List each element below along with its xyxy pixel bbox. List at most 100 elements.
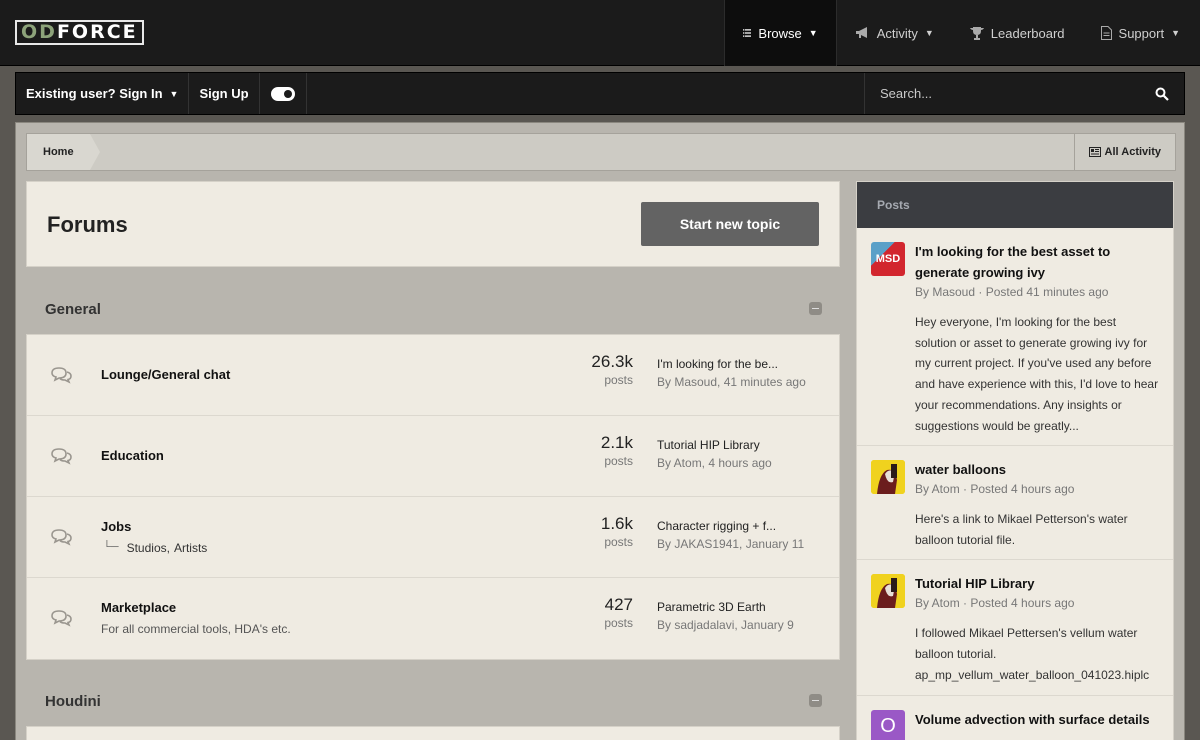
chat-bubbles-icon	[51, 448, 72, 465]
forum-stats: 1.6k posts	[601, 513, 633, 549]
forum-description: For all commercial tools, HDA's etc.	[101, 622, 291, 636]
collapse-icon[interactable]	[809, 302, 822, 315]
last-post-meta: By Masoud, 41 minutes ago	[657, 375, 806, 389]
caret-down-icon: ▼	[808, 28, 818, 38]
subforum-link[interactable]: Studios,	[127, 541, 170, 555]
post-meta: By Masoud · Posted 41 minutes ago	[915, 285, 1109, 299]
main-nav: Browse ▼ Activity ▼ Leaderboard Support …	[723, 0, 1200, 66]
post-count: 1.6k	[600, 514, 633, 533]
avatar[interactable]	[871, 574, 905, 609]
breadcrumb: Home All Activity	[26, 133, 1176, 171]
nav-browse-label: Browse	[758, 25, 802, 41]
post-count-label: posts	[604, 535, 633, 549]
forum-list-general: Lounge/General chat 26.3k posts I'm look…	[26, 334, 840, 660]
forum-row[interactable]: Education 2.1k posts Tutorial HIP Librar…	[27, 416, 839, 497]
category-general-header: General	[26, 284, 840, 334]
sign-up-label: Sign Up	[199, 86, 249, 101]
nav-leaderboard[interactable]: Leaderboard	[952, 0, 1083, 66]
caret-down-icon: ▼	[924, 28, 934, 38]
last-post: Parametric 3D Earth By sadjadalavi, Janu…	[657, 600, 832, 632]
forum-title[interactable]: Jobs	[101, 519, 131, 534]
breadcrumb-home[interactable]: Home	[27, 134, 100, 170]
site-logo[interactable]: OD FORCE	[15, 20, 144, 45]
last-post: Character rigging + f... By JAKAS1941, J…	[657, 519, 832, 551]
recent-posts-widget: Posts MSD I'm looking for the best asset…	[856, 181, 1174, 740]
nav-support[interactable]: Support ▼	[1083, 0, 1200, 66]
chat-bubbles-icon	[51, 610, 72, 627]
post-count-label: posts	[604, 454, 633, 468]
post-meta: By Atom · Posted 4 hours ago	[915, 596, 1075, 611]
theme-toggle[interactable]	[260, 73, 307, 114]
category-houdini-header: Houdini	[26, 676, 840, 726]
last-post-title[interactable]: Parametric 3D Earth	[657, 600, 832, 614]
nav-activity-label: Activity	[876, 25, 918, 41]
page-title: Forums	[47, 212, 128, 237]
avatar-image-icon	[871, 460, 905, 494]
collapse-icon[interactable]	[809, 694, 822, 707]
forum-row[interactable]: Jobs └─ Studios, Artists 1.6k posts Char…	[27, 497, 839, 578]
search-input[interactable]	[880, 86, 1155, 101]
last-post: Tutorial HIP Library By Atom, 4 hours ag…	[657, 438, 832, 470]
post-item[interactable]: MSD I'm looking for the best asset to ge…	[857, 228, 1173, 446]
post-title[interactable]: Volume advection with surface details	[915, 709, 1159, 730]
forums-header: Forums Start new topic	[26, 181, 840, 267]
last-post-title[interactable]: I'm looking for the be...	[657, 357, 832, 371]
avatar[interactable]	[871, 460, 905, 494]
forum-row[interactable]: Marketplace For all commercial tools, HD…	[27, 578, 839, 659]
newspaper-icon	[1088, 147, 1101, 157]
chat-bubbles-icon	[51, 529, 72, 546]
post-title[interactable]: water balloons	[915, 459, 1159, 480]
avatar[interactable]: MSD	[871, 242, 905, 276]
forum-row[interactable]: Lounge/General chat 26.3k posts I'm look…	[27, 335, 839, 416]
avatar[interactable]: O	[871, 709, 905, 740]
post-count-label: posts	[604, 616, 633, 630]
subforum-link[interactable]: Artists	[174, 541, 207, 555]
forum-list-houdini	[26, 726, 840, 740]
sign-in-button[interactable]: Existing user? Sign In ▼	[16, 73, 190, 114]
post-count-label: posts	[604, 373, 633, 387]
subforum-branch-icon: └─	[103, 541, 119, 553]
forum-title[interactable]: Marketplace	[101, 600, 176, 615]
caret-down-icon: ▼	[169, 88, 179, 99]
sign-up-button[interactable]: Sign Up	[189, 73, 260, 114]
nav-activity[interactable]: Activity ▼	[837, 0, 952, 66]
post-count: 427	[604, 595, 633, 614]
post-title[interactable]: Tutorial HIP Library	[915, 573, 1159, 594]
caret-down-icon: ▼	[1171, 28, 1180, 38]
last-post-title[interactable]: Character rigging + f...	[657, 519, 832, 533]
post-count: 2.1k	[600, 433, 633, 452]
start-new-topic-button[interactable]: Start new topic	[641, 202, 819, 246]
last-post-meta: By JAKAS1941, January 11	[657, 537, 805, 551]
document-icon	[1100, 26, 1112, 40]
content-area: Home All Activity Forums Start new topic…	[15, 122, 1185, 740]
forum-title[interactable]: Education	[101, 448, 164, 463]
nav-browse[interactable]: Browse ▼	[723, 0, 837, 66]
top-header: OD FORCE Browse ▼ Activity ▼ Leaderboard …	[0, 0, 1200, 66]
forum-stats: 427 posts	[604, 594, 633, 630]
post-item[interactable]: O Volume advection with surface details	[857, 696, 1173, 740]
all-activity-link[interactable]: All Activity	[1073, 134, 1175, 170]
list-icon	[742, 29, 752, 37]
post-item[interactable]: Tutorial HIP Library By Atom · Posted 4 …	[857, 560, 1173, 696]
post-excerpt: I followed Mikael Pettersen's vellum wat…	[915, 626, 1150, 682]
breadcrumb-home-label: Home	[43, 146, 74, 158]
chat-bubbles-icon	[51, 367, 72, 384]
user-bar: Existing user? Sign In ▼ Sign Up	[15, 72, 1185, 115]
last-post-title[interactable]: Tutorial HIP Library	[657, 438, 832, 452]
trophy-icon	[969, 26, 984, 40]
forum-stats: 26.3k posts	[591, 351, 633, 387]
post-excerpt: Here's a link to Mikael Petterson's wate…	[915, 512, 1128, 547]
post-title[interactable]: I'm looking for the best asset to genera…	[915, 241, 1159, 283]
logo-force: FORCE	[56, 21, 138, 43]
forum-title[interactable]: Lounge/General chat	[101, 367, 230, 382]
category-title: Houdini	[45, 692, 101, 710]
toggle-switch-icon	[270, 86, 295, 101]
search-icon[interactable]	[1155, 87, 1169, 101]
posts-heading: Posts	[857, 182, 1173, 228]
last-post-meta: By sadjadalavi, January 9	[657, 618, 794, 632]
last-post-meta: By Atom, 4 hours ago	[657, 456, 772, 470]
post-item[interactable]: water balloons By Atom · Posted 4 hours …	[857, 446, 1173, 561]
post-excerpt: Hey everyone, I'm looking for the best s…	[915, 315, 1159, 433]
avatar-image-icon	[871, 574, 905, 609]
nav-leaderboard-label: Leaderboard	[990, 25, 1065, 41]
